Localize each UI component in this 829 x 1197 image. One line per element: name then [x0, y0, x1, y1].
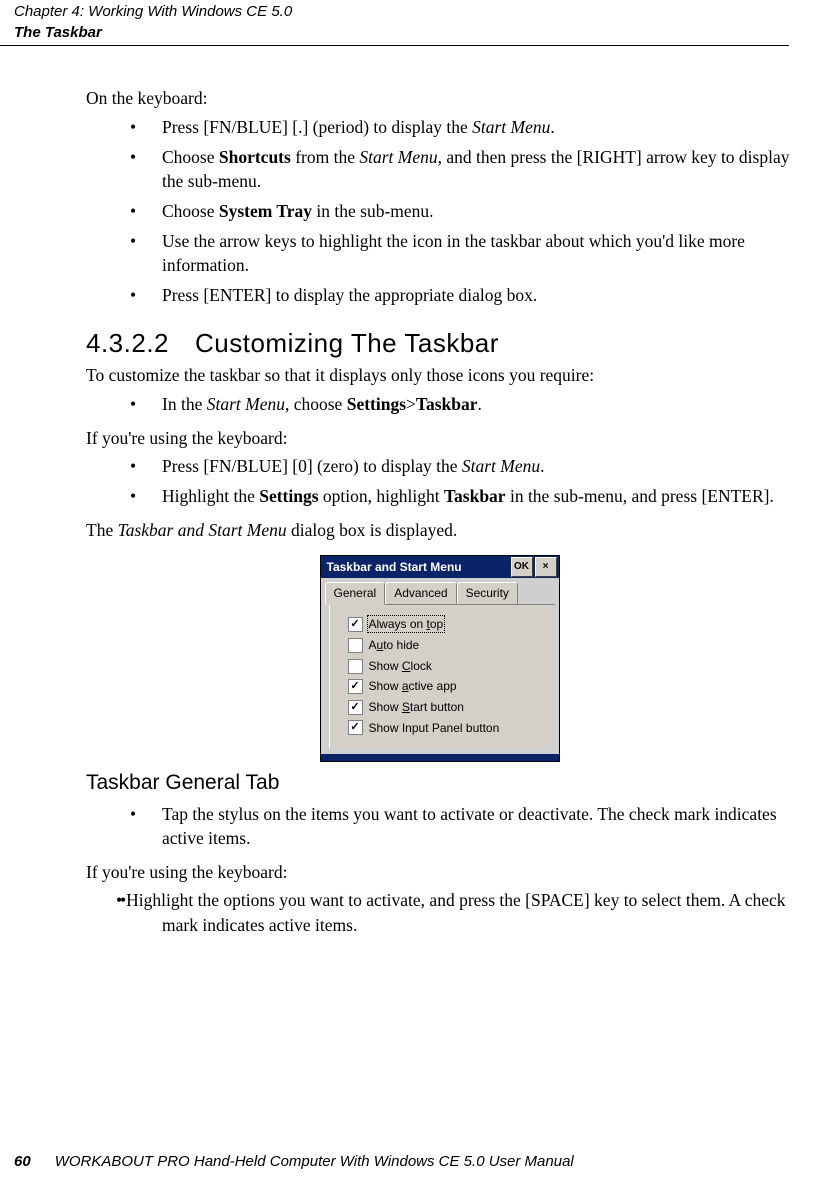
checkbox-icon[interactable]: [348, 679, 363, 694]
list-item: Tap the stylus on the items you want to …: [130, 802, 793, 850]
page-content: On the keyboard: Press [FN/BLUE] [.] (pe…: [0, 46, 829, 936]
page-header: Chapter 4: Working With Windows CE 5.0 T…: [0, 0, 789, 46]
tab-general[interactable]: General: [325, 582, 386, 605]
dialog-bottom-bar: [321, 754, 559, 761]
section-label: The Taskbar: [14, 23, 789, 44]
list-item: Use the arrow keys to highlight the icon…: [130, 229, 793, 277]
option-always-on-top[interactable]: Always on top: [348, 615, 543, 634]
bullet-list: Press [FN/BLUE] [0] (zero) to display th…: [86, 454, 793, 508]
list-item: Press [FN/BLUE] [.] (period) to display …: [130, 115, 793, 139]
close-button[interactable]: ×: [535, 557, 557, 577]
page-number: 60: [14, 1153, 31, 1170]
paragraph: The Taskbar and Start Menu dialog box is…: [86, 518, 793, 542]
footer-text: WORKABOUT PRO Hand-Held Computer With Wi…: [55, 1153, 574, 1170]
bullet-list: In the Start Menu, choose Settings>Taskb…: [86, 392, 793, 416]
tab-body-general: Always on top Auto hide Show Clock Show …: [329, 605, 551, 748]
heading-4-3-2-2: 4.3.2.2Customizing The Taskbar: [86, 326, 793, 362]
tab-strip: General Advanced Security Always on top …: [321, 578, 559, 748]
checkbox-icon[interactable]: [348, 720, 363, 735]
paragraph: To customize the taskbar so that it disp…: [86, 363, 793, 387]
page-footer: 60 WORKABOUT PRO Hand-Held Computer With …: [14, 1152, 574, 1173]
dialog-title: Taskbar and Start Menu: [327, 559, 462, 576]
checkbox-icon[interactable]: [348, 700, 363, 715]
ok-button[interactable]: OK: [511, 557, 533, 577]
checkbox-icon[interactable]: [348, 659, 363, 674]
dialog-screenshot: Taskbar and Start Menu OK × General Adva…: [86, 556, 793, 761]
option-show-active-app[interactable]: Show active app: [348, 678, 543, 695]
bullet-list: Press [FN/BLUE] [.] (period) to display …: [86, 115, 793, 308]
bullet-list: •Highlight the options you want to activ…: [86, 888, 793, 936]
option-auto-hide[interactable]: Auto hide: [348, 637, 543, 654]
list-item: Highlight the Settings option, highlight…: [130, 484, 793, 508]
list-item: Press [FN/BLUE] [0] (zero) to display th…: [130, 454, 793, 478]
list-item: Choose Shortcuts from the Start Menu, an…: [130, 145, 793, 193]
bullet-list: Tap the stylus on the items you want to …: [86, 802, 793, 850]
tab-advanced[interactable]: Advanced: [385, 582, 456, 604]
option-show-clock[interactable]: Show Clock: [348, 658, 543, 675]
list-item: •Highlight the options you want to activ…: [116, 888, 793, 936]
option-show-input-panel[interactable]: Show Input Panel button: [348, 720, 543, 737]
list-item: In the Start Menu, choose Settings>Taskb…: [130, 392, 793, 416]
tab-security[interactable]: Security: [457, 582, 518, 604]
option-show-start-button[interactable]: Show Start button: [348, 699, 543, 716]
paragraph: If you're using the keyboard:: [86, 426, 793, 450]
checkbox-icon[interactable]: [348, 617, 363, 632]
list-item: Press [ENTER] to display the appropriate…: [130, 283, 793, 307]
paragraph: On the keyboard:: [86, 86, 793, 110]
chapter-label: Chapter 4: Working With Windows CE 5.0: [14, 2, 789, 23]
list-item: Choose System Tray in the sub-menu.: [130, 199, 793, 223]
heading-taskbar-general-tab: Taskbar General Tab: [86, 769, 793, 798]
checkbox-icon[interactable]: [348, 638, 363, 653]
taskbar-dialog: Taskbar and Start Menu OK × General Adva…: [321, 556, 559, 761]
dialog-titlebar: Taskbar and Start Menu OK ×: [321, 556, 559, 578]
paragraph: If you're using the keyboard:: [86, 860, 793, 884]
